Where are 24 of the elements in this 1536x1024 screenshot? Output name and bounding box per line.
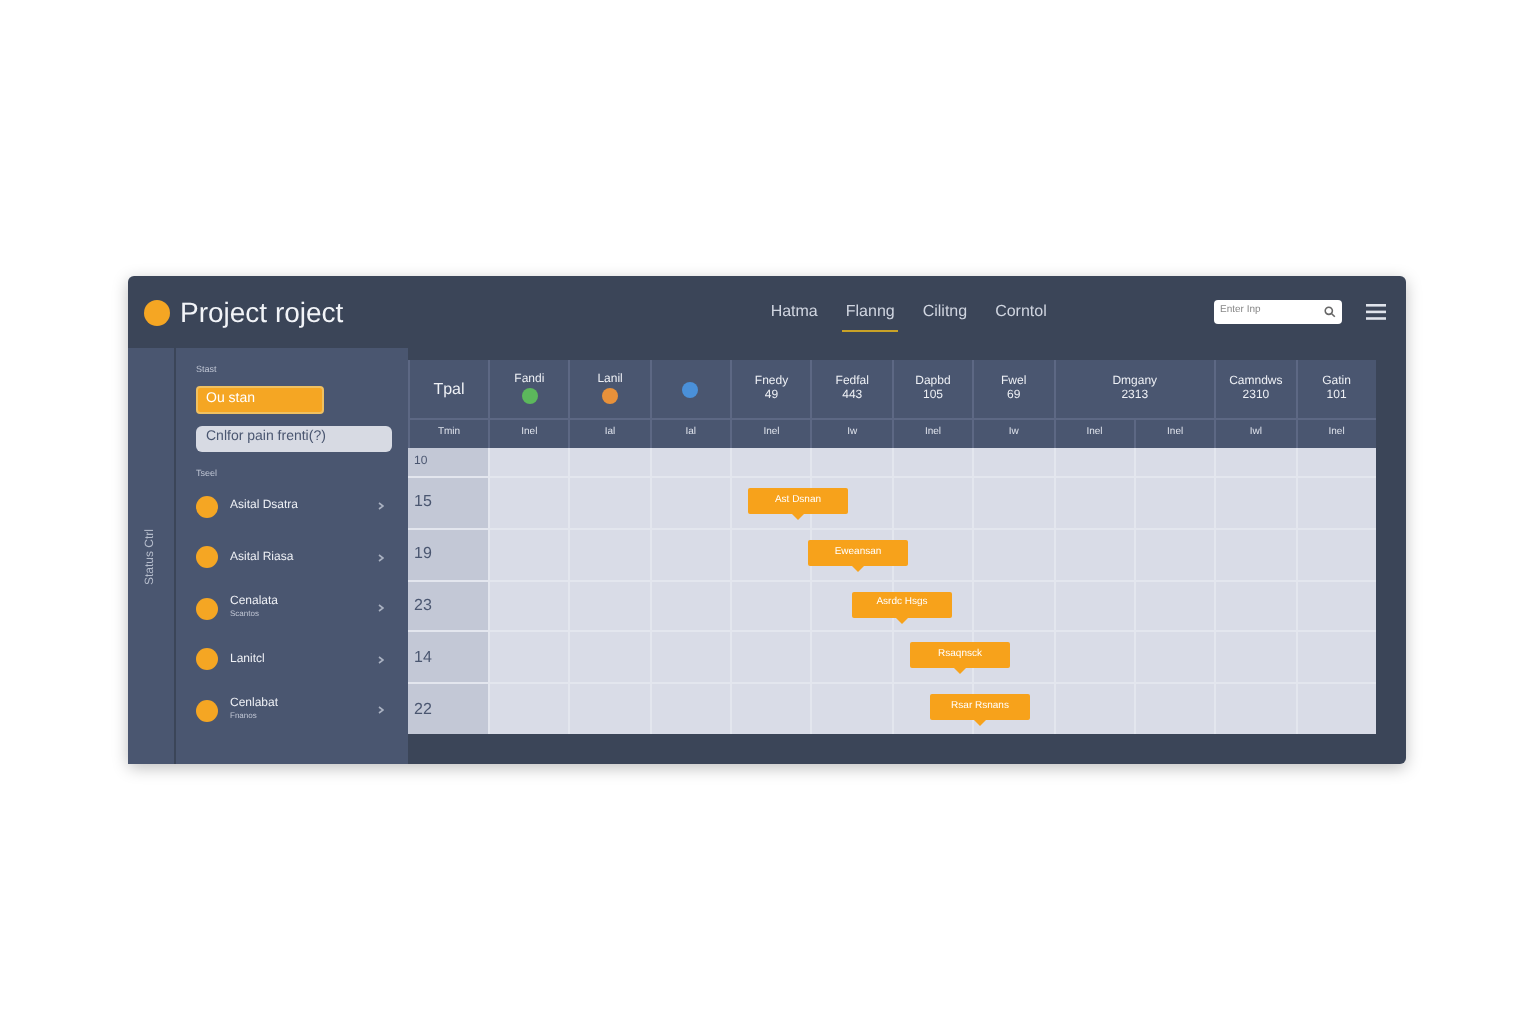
nav-tab[interactable]: Hatma (766, 293, 822, 331)
item-icon (196, 597, 218, 620)
logo-icon (144, 299, 170, 325)
row-label: 14 (408, 632, 488, 683)
app-title: Project roject (180, 293, 344, 332)
row-label: 23 (408, 581, 488, 631)
chevron-icon (378, 502, 384, 511)
item-icon (196, 699, 218, 722)
chevron-icon (378, 553, 384, 562)
row-label: 15 (408, 478, 488, 528)
search-icon (1323, 306, 1336, 318)
header-label: Tpal (433, 379, 465, 399)
row-label: 19 (408, 529, 488, 580)
nav-tab[interactable]: Cilitng (918, 293, 972, 331)
row-label: 22 (408, 684, 488, 734)
chevron-icon (378, 604, 384, 613)
nav-tab[interactable]: Flanng (841, 293, 899, 331)
chevron-icon (378, 655, 384, 664)
item-icon (196, 648, 218, 671)
nav-tab[interactable]: Corntol (991, 293, 1051, 331)
menu-icon[interactable] (1365, 304, 1386, 320)
item-icon (196, 546, 218, 569)
chevron-icon (378, 706, 384, 715)
item-icon (196, 495, 218, 518)
